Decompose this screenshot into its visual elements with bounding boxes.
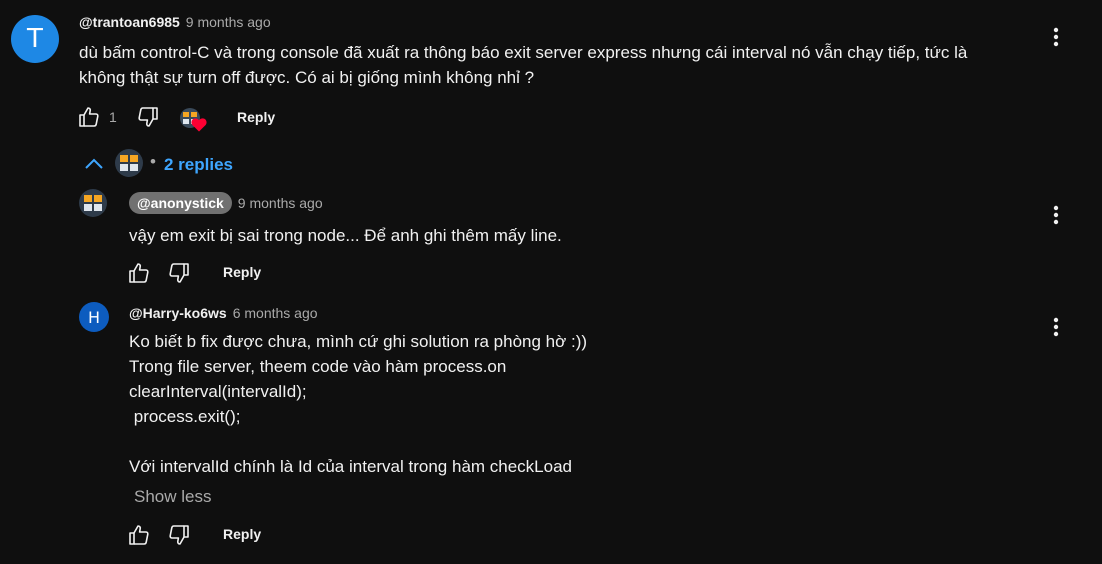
comment-header: @trantoan6985 9 months ago xyxy=(79,14,271,32)
reply-text: vậy em exit bị sai trong node... Để anh … xyxy=(129,226,562,245)
dislike-icon[interactable] xyxy=(167,523,191,547)
reply-time[interactable]: 6 months ago xyxy=(233,305,318,321)
reply-button[interactable]: Reply xyxy=(223,526,261,542)
more-vert-icon[interactable] xyxy=(1046,315,1066,339)
reply-button[interactable]: Reply xyxy=(223,264,261,280)
comment-text: dù bấm control-C và trong console đã xuấ… xyxy=(79,43,968,87)
like-icon[interactable] xyxy=(127,523,151,547)
creator-author-chip[interactable]: @anonystick xyxy=(129,192,232,214)
replies-creator-avatar xyxy=(115,149,143,177)
replies-toggle[interactable]: 2 replies xyxy=(164,155,233,175)
avatar[interactable]: T xyxy=(11,15,59,63)
chevron-up-icon[interactable] xyxy=(84,156,104,172)
more-vert-icon[interactable] xyxy=(1046,25,1066,49)
reply-header: @anonystick 9 months ago xyxy=(129,192,323,214)
like-icon[interactable] xyxy=(77,105,101,129)
dislike-icon[interactable] xyxy=(167,261,191,285)
avatar-letter: H xyxy=(87,307,101,327)
reply-author[interactable]: @Harry-ko6ws xyxy=(129,305,227,321)
dot-separator: • xyxy=(150,152,156,171)
more-vert-icon[interactable] xyxy=(1046,203,1066,227)
comment-author[interactable]: @trantoan6985 xyxy=(79,14,180,30)
reply-avatar[interactable] xyxy=(79,189,107,217)
heart-icon xyxy=(191,118,207,132)
reply-text: Ko biết b fix được chưa, mình cứ ghi sol… xyxy=(129,332,588,476)
reply-time[interactable]: 9 months ago xyxy=(238,195,323,211)
reply-header: @Harry-ko6ws 6 months ago xyxy=(129,305,318,323)
show-less-button[interactable]: Show less xyxy=(134,487,211,507)
avatar-letter: T xyxy=(27,24,43,54)
comment-time[interactable]: 9 months ago xyxy=(186,14,271,30)
like-count: 1 xyxy=(109,109,117,125)
reply-button[interactable]: Reply xyxy=(237,109,275,125)
creator-heart xyxy=(180,108,208,134)
reply-avatar[interactable]: H xyxy=(79,302,109,332)
dislike-icon[interactable] xyxy=(136,105,160,129)
like-icon[interactable] xyxy=(127,261,151,285)
